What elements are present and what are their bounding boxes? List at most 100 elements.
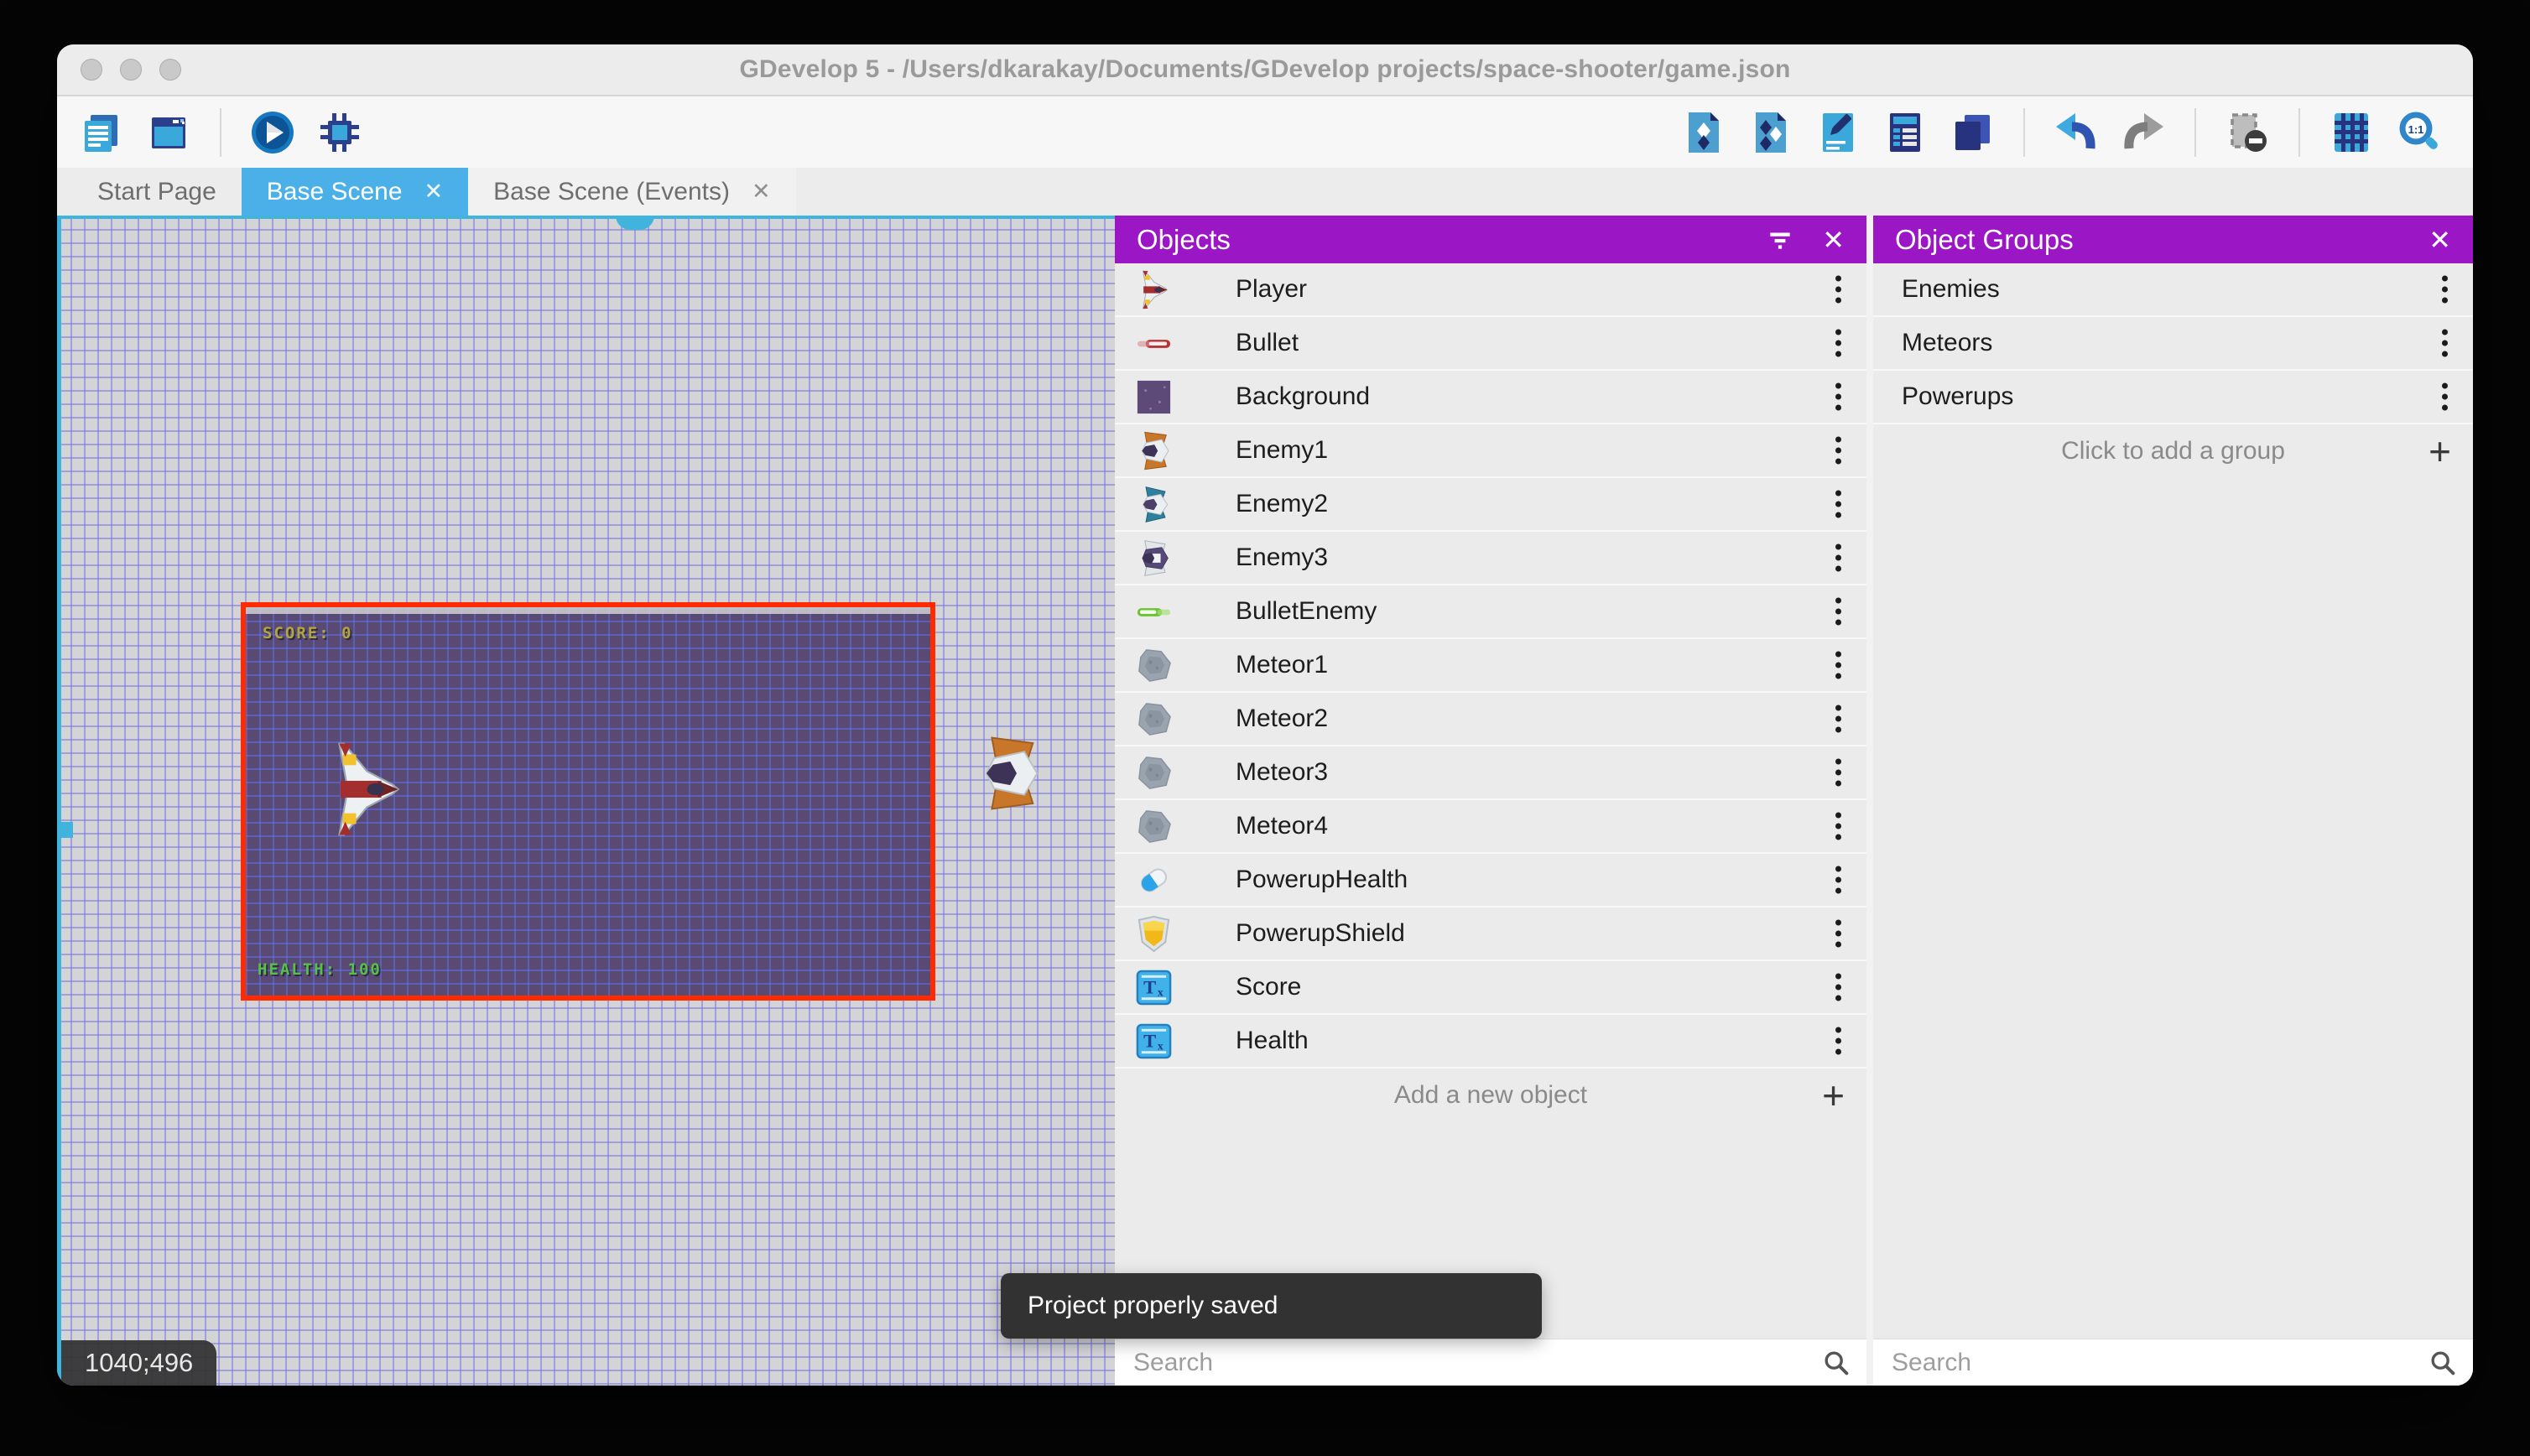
groups-search-input[interactable] <box>1890 1348 2456 1378</box>
object-menu-button[interactable] <box>1830 322 1846 365</box>
add-object-row[interactable]: Add a new object + <box>1115 1069 1866 1122</box>
enemy-ship-instance[interactable] <box>976 736 1042 811</box>
object-row-health[interactable]: TxHealth <box>1115 1015 1866 1069</box>
horizontal-scrollbar-thumb[interactable] <box>616 216 654 230</box>
object-menu-button[interactable] <box>1830 966 1846 1009</box>
app-window-icon <box>145 109 192 156</box>
object-menu-button[interactable] <box>1830 268 1846 311</box>
group-menu-button[interactable] <box>2437 322 2453 365</box>
object-row-bulletenemy[interactable]: BulletEnemy <box>1115 585 1866 639</box>
properties-button[interactable] <box>1814 108 1862 157</box>
close-icon[interactable]: ✕ <box>1822 226 1845 253</box>
player-ship-instance[interactable] <box>330 740 402 839</box>
zoom-original-button[interactable]: 1:1 <box>2394 108 2443 157</box>
start-page-window-button[interactable] <box>144 108 193 157</box>
object-row-poweruphealth[interactable]: PowerupHealth <box>1115 854 1866 907</box>
object-menu-button[interactable] <box>1830 698 1846 741</box>
object-row-enemy1[interactable]: Enemy1 <box>1115 424 1866 478</box>
zoom-window-button[interactable] <box>159 59 181 81</box>
object-menu-button[interactable] <box>1830 537 1846 580</box>
redo-button[interactable] <box>2119 108 2168 157</box>
object-groups-panel-title: Object Groups <box>1895 224 2405 256</box>
object-menu-button[interactable] <box>1830 376 1846 419</box>
object-menu-button[interactable] <box>1830 429 1846 472</box>
tab-base-scene-events-[interactable]: Base Scene (Events)✕ <box>468 168 795 216</box>
search-icon[interactable] <box>1821 1348 1851 1378</box>
window-title: GDevelop 5 - /Users/dkarakay/Documents/G… <box>739 55 1790 84</box>
tab-close-button[interactable]: ✕ <box>424 180 444 203</box>
object-groups-panel: Object Groups ✕ EnemiesMeteorsPowerups C… <box>1873 216 2473 1386</box>
svg-text:x: x <box>1157 985 1163 998</box>
tab-base-scene[interactable]: Base Scene✕ <box>242 168 468 216</box>
object-menu-button[interactable] <box>1830 644 1846 687</box>
editor-content: SCORE: 0 HEALTH: 100 1040;496 Objects <box>57 216 2473 1386</box>
mask-instance-button[interactable] <box>2223 108 2272 157</box>
layers-button[interactable] <box>1948 108 1996 157</box>
svg-text:1:1: 1:1 <box>2408 123 2424 136</box>
vertical-scrollbar[interactable] <box>57 216 61 1386</box>
horizontal-scrollbar[interactable] <box>57 216 1115 219</box>
object-menu-button[interactable] <box>1830 805 1846 848</box>
add-group-row[interactable]: Click to add a group + <box>1873 424 2473 478</box>
object-row-meteor1[interactable]: Meteor1 <box>1115 639 1866 693</box>
object-row-enemy2[interactable]: Enemy2 <box>1115 478 1866 532</box>
enemy1-icon <box>1132 429 1175 472</box>
group-row-powerups[interactable]: Powerups <box>1873 371 2473 424</box>
project-manager-button[interactable] <box>77 108 126 157</box>
object-menu-button[interactable] <box>1830 1020 1846 1063</box>
scene-canvas[interactable]: SCORE: 0 HEALTH: 100 1040;496 <box>57 216 1115 1386</box>
object-row-score[interactable]: TxScore <box>1115 961 1866 1015</box>
frame-minus-icon <box>2224 109 2271 156</box>
health-text-instance[interactable]: HEALTH: 100 <box>258 960 382 979</box>
object-row-bullet[interactable]: Bullet <box>1115 317 1866 371</box>
objects-panel: Objects ✕ PlayerBulletBackgroundEnemy1En… <box>1115 216 1866 1386</box>
objects-search-bar <box>1115 1339 1866 1386</box>
object-menu-button[interactable] <box>1830 913 1846 955</box>
score-text-instance[interactable]: SCORE: 0 <box>263 624 353 642</box>
launch-preview-button[interactable] <box>248 108 297 157</box>
instances-list-button[interactable] <box>1881 108 1929 157</box>
group-menu-button[interactable] <box>2437 376 2453 419</box>
search-icon[interactable] <box>2428 1348 2458 1378</box>
object-row-meteor3[interactable]: Meteor3 <box>1115 746 1866 800</box>
title-bar: GDevelop 5 - /Users/dkarakay/Documents/G… <box>57 44 2473 96</box>
group-menu-button[interactable] <box>2437 268 2453 311</box>
undo-button[interactable] <box>2052 108 2101 157</box>
object-groups-panel-header: Object Groups ✕ <box>1873 216 2473 263</box>
meteor-icon <box>1132 697 1175 741</box>
powerup-shield-icon <box>1132 912 1175 955</box>
debugger-button[interactable] <box>315 108 364 157</box>
group-row-enemies[interactable]: Enemies <box>1873 263 2473 317</box>
object-row-enemy3[interactable]: Enemy3 <box>1115 532 1866 585</box>
vertical-scrollbar-thumb[interactable] <box>57 822 73 838</box>
close-window-button[interactable] <box>81 59 102 81</box>
close-icon[interactable]: ✕ <box>2428 226 2451 253</box>
object-groups-list: EnemiesMeteorsPowerups <box>1873 263 2473 424</box>
tab-start-page[interactable]: Start Page <box>72 168 242 216</box>
object-menu-button[interactable] <box>1830 590 1846 633</box>
meteor-icon <box>1132 643 1175 687</box>
panel-list-icon <box>1882 109 1929 156</box>
group-row-meteors[interactable]: Meteors <box>1873 317 2473 371</box>
object-menu-button[interactable] <box>1830 859 1846 902</box>
object-row-meteor4[interactable]: Meteor4 <box>1115 800 1866 854</box>
object-menu-button[interactable] <box>1830 483 1846 526</box>
tab-close-button[interactable]: ✕ <box>752 180 771 203</box>
object-row-background[interactable]: Background <box>1115 371 1866 424</box>
object-menu-button[interactable] <box>1830 751 1846 794</box>
desktop-background: GDevelop 5 - /Users/dkarakay/Documents/G… <box>0 0 2530 1456</box>
bullet-enemy-icon <box>1132 590 1175 633</box>
object-row-meteor2[interactable]: Meteor2 <box>1115 693 1866 746</box>
grid-button[interactable] <box>2327 108 2376 157</box>
objects-list: PlayerBulletBackgroundEnemy1Enemy2Enemy3… <box>1115 263 1866 1069</box>
page-diamond-icon <box>1680 109 1727 156</box>
toolbar: 1:1 <box>57 96 2473 168</box>
filter-icon[interactable] <box>1762 221 1799 258</box>
minimize-window-button[interactable] <box>120 59 142 81</box>
objects-panel-button[interactable] <box>1679 108 1728 157</box>
objects-search-input[interactable] <box>1132 1348 1850 1378</box>
object-row-powerupshield[interactable]: PowerupShield <box>1115 907 1866 961</box>
object-row-player[interactable]: Player <box>1115 263 1866 317</box>
player-icon <box>1132 268 1175 311</box>
object-groups-button[interactable] <box>1747 108 1795 157</box>
